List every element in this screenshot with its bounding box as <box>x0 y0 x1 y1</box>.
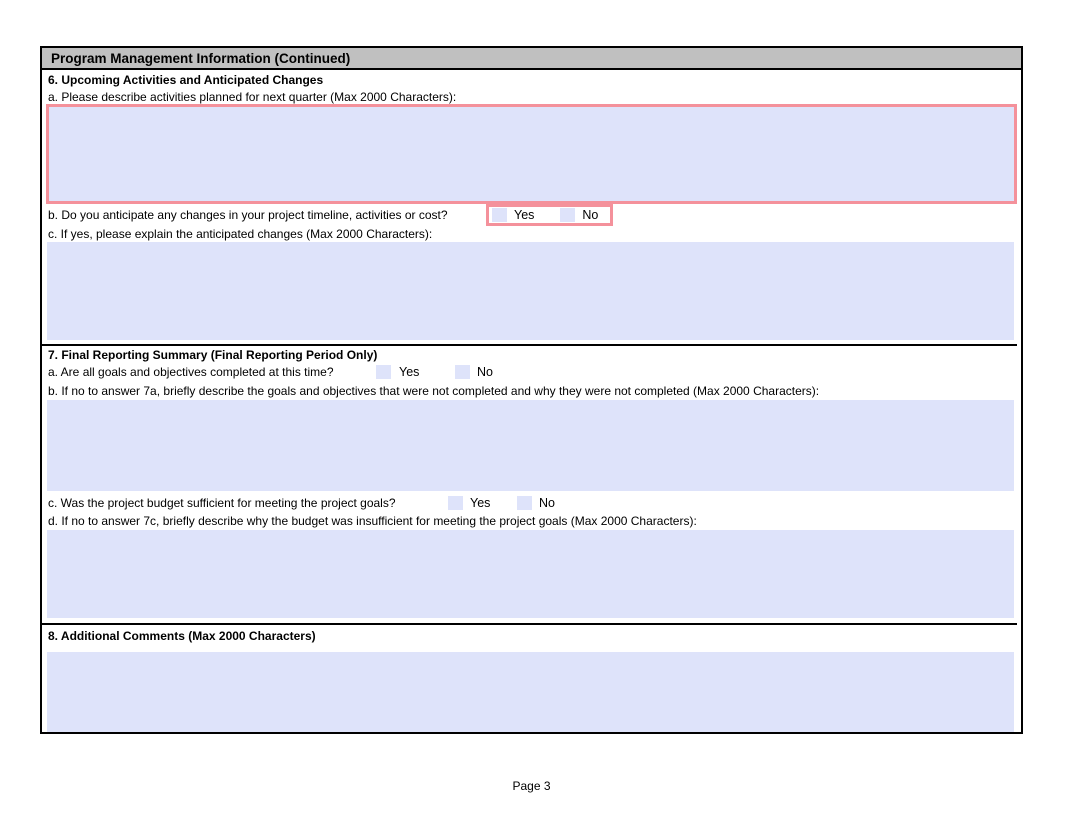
q7c-yes-label: Yes <box>470 496 490 510</box>
q7b-goals-not-completed-textarea[interactable] <box>47 400 1014 491</box>
section-header-title: Program Management Information (Continue… <box>51 51 350 66</box>
section6-title: 6. Upcoming Activities and Anticipated C… <box>48 73 323 87</box>
q7d-budget-insufficient-textarea[interactable] <box>47 530 1014 618</box>
section-divider <box>42 623 1017 625</box>
q7a-no-label: No <box>477 365 493 379</box>
section8-title: 8. Additional Comments (Max 2000 Charact… <box>48 629 316 643</box>
q7b-label: b. If no to answer 7a, briefly describe … <box>48 384 819 398</box>
q7a-label: a. Are all goals and objectives complete… <box>48 365 334 379</box>
page-number: Page 3 <box>40 779 1023 793</box>
section-divider <box>42 344 1017 346</box>
q6a-label: a. Please describe activities planned fo… <box>48 90 456 104</box>
q6b-no-checkbox[interactable] <box>560 208 575 222</box>
q6b-yesno-group: Yes No <box>486 204 613 226</box>
q6a-activities-next-quarter-textarea[interactable] <box>46 104 1017 204</box>
q7a-yes-label: Yes <box>399 365 419 379</box>
q6c-label: c. If yes, please explain the anticipate… <box>48 227 432 241</box>
q8-additional-comments-textarea[interactable] <box>47 652 1014 732</box>
q6b-yes-checkbox[interactable] <box>492 208 507 222</box>
section7-title: 7. Final Reporting Summary (Final Report… <box>48 348 377 362</box>
q7c-no-label: No <box>539 496 555 510</box>
q7d-label: d. If no to answer 7c, briefly describe … <box>48 514 697 528</box>
q6b-yes-label: Yes <box>514 208 534 222</box>
q7c-label: c. Was the project budget sufficient for… <box>48 496 396 510</box>
q7c-no-checkbox[interactable] <box>517 496 532 510</box>
q6b-label: b. Do you anticipate any changes in your… <box>48 208 448 222</box>
q6b-no-label: No <box>582 208 598 222</box>
form-page: Program Management Information (Continue… <box>40 46 1023 734</box>
q7a-yes-checkbox[interactable] <box>376 365 391 379</box>
q7a-no-checkbox[interactable] <box>455 365 470 379</box>
section-header: Program Management Information (Continue… <box>42 48 1021 70</box>
q6c-anticipated-changes-textarea[interactable] <box>47 242 1014 340</box>
q7c-yes-checkbox[interactable] <box>448 496 463 510</box>
